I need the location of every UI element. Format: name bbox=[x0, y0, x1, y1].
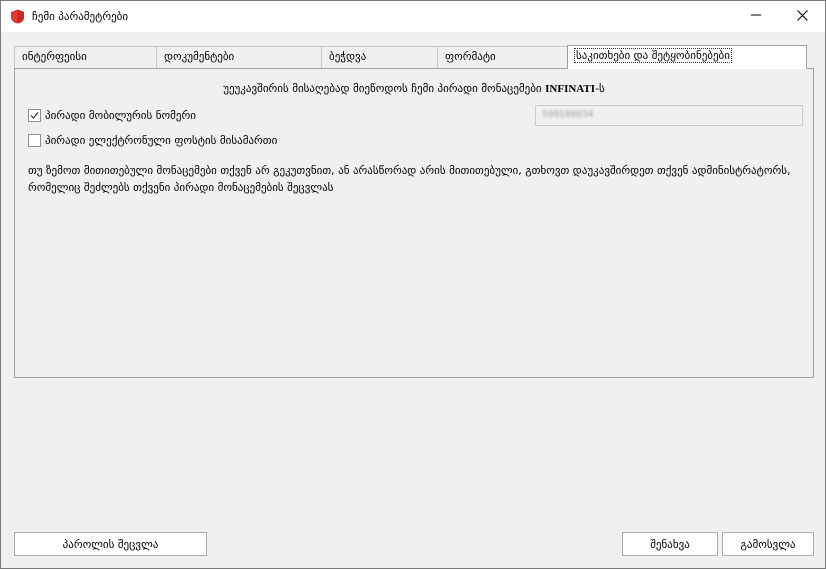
email-checkbox-row[interactable]: პირადი ელექტრონული ფოსტის მისამართი bbox=[28, 133, 277, 148]
tab-label: ბეჭდვა bbox=[329, 50, 367, 63]
heading-suffix: -ს bbox=[595, 82, 605, 95]
minimize-icon bbox=[751, 10, 761, 23]
title-bar[interactable]: ჩემი პარამეტრები bbox=[1, 1, 825, 32]
close-icon bbox=[796, 9, 808, 24]
mobile-checkbox-label: პირადი მობილურის ნომერი bbox=[45, 109, 196, 122]
minimize-button[interactable] bbox=[733, 1, 779, 32]
email-checkbox-label: პირადი ელექტრონული ფოსტის მისამართი bbox=[45, 134, 278, 147]
heading-text: უეუკავშირის მისაღებად მიეწოდოს ჩემი პირა… bbox=[223, 82, 542, 95]
email-checkbox[interactable] bbox=[28, 134, 41, 147]
panel-heading: უეუკავშირის მისაღებად მიეწოდოს ჩემი პირა… bbox=[15, 82, 813, 95]
tab-print[interactable]: ბეჭდვა bbox=[321, 46, 438, 68]
brand-name: INFINATI bbox=[545, 83, 596, 95]
tab-label: ინტერფეისი bbox=[22, 50, 87, 63]
tab-label: ფორმატი bbox=[445, 50, 496, 63]
tab-format[interactable]: ფორმატი bbox=[437, 46, 568, 68]
mobile-number-field: 599198034 bbox=[535, 105, 803, 126]
save-button[interactable]: შენახვა bbox=[622, 532, 718, 556]
settings-window: ჩემი პარამეტრები ინტერფეისი დოკუმენტები … bbox=[0, 0, 826, 569]
tab-strip: ინტერფეისი დოკუმენტები ბეჭდვა ფორმატი სა… bbox=[14, 45, 814, 69]
tab-label: საკითხები და შეტყობინებები bbox=[574, 48, 732, 63]
check-icon bbox=[30, 112, 39, 119]
shield-icon bbox=[10, 9, 25, 24]
tab-label: დოკუმენტები bbox=[164, 50, 235, 63]
tab-documents[interactable]: დოკუმენტები bbox=[156, 46, 322, 68]
close-button[interactable] bbox=[779, 1, 825, 32]
tab-notifications[interactable]: საკითხები და შეტყობინებები bbox=[567, 45, 807, 69]
mobile-checkbox[interactable] bbox=[28, 109, 41, 122]
exit-button[interactable]: გამოსვლა bbox=[722, 532, 814, 556]
window-title: ჩემი პარამეტრები bbox=[32, 10, 129, 23]
tab-panel: უეუკავშირის მისაღებად მიეწოდოს ჩემი პირა… bbox=[14, 68, 814, 378]
mobile-checkbox-row[interactable]: პირადი მობილურის ნომერი bbox=[28, 108, 196, 123]
admin-notice: თუ ზემოთ მითითებული მონაცემები თქვენ არ … bbox=[28, 164, 791, 194]
tab-interface[interactable]: ინტერფეისი bbox=[14, 46, 157, 68]
mobile-number-value: 599198034 bbox=[542, 110, 594, 120]
change-password-button[interactable]: პაროლის შეცვლა bbox=[14, 532, 207, 556]
